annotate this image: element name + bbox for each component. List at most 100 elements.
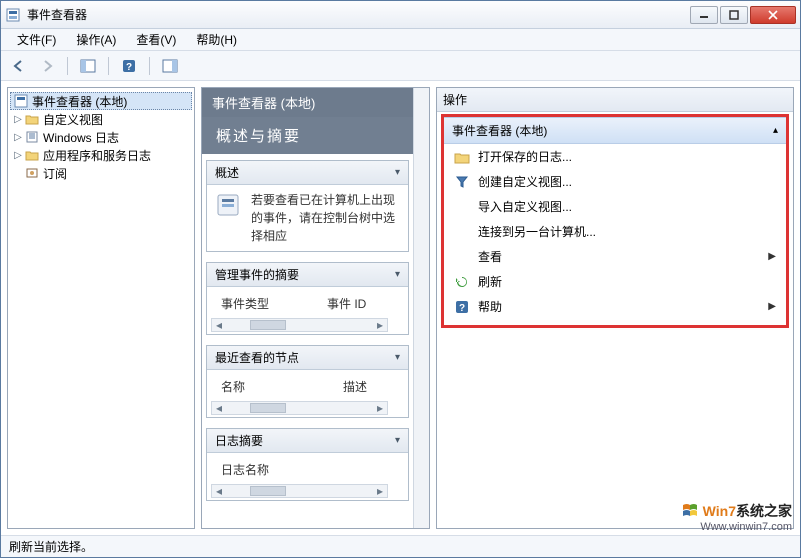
toolbar-separator — [67, 57, 68, 75]
section-title: 日志摘要 — [215, 432, 263, 449]
details-header: 事件查看器 (本地) — [202, 88, 413, 117]
forward-button[interactable] — [35, 55, 59, 77]
filter-icon — [454, 174, 470, 190]
actions-pane-title: 操作 — [437, 88, 793, 112]
action-view[interactable]: 查看 ▶ — [444, 244, 786, 269]
section-header[interactable]: 最近查看的节点 ▾ — [207, 346, 408, 370]
submenu-arrow-icon: ▶ — [768, 251, 776, 262]
tree-item-subscriptions[interactable]: 订阅 — [10, 164, 192, 182]
tree-item-label: 订阅 — [43, 165, 67, 182]
action-label: 帮助 — [478, 298, 502, 315]
column-header[interactable]: 事件类型 — [215, 293, 275, 314]
tree-root[interactable]: 事件查看器 (本地) — [10, 92, 192, 110]
status-text: 刷新当前选择。 — [9, 538, 93, 555]
help-icon: ? — [454, 299, 470, 315]
annotation-highlight: 事件查看器 (本地) ▴ 打开保存的日志... 创建自定义视图... 导入自定义视图… — [441, 114, 789, 328]
section-title: 概述 — [215, 164, 239, 181]
menu-action[interactable]: 操作(A) — [66, 29, 126, 50]
section-body: 若要查看已在计算机上出现的事件，请在控制台树中选择相应 — [207, 185, 408, 251]
section-header[interactable]: 概述 ▾ — [207, 161, 408, 185]
titlebar: 事件查看器 — [1, 1, 800, 29]
show-hide-action-pane-button[interactable] — [158, 55, 182, 77]
toolbar: ? — [1, 51, 800, 81]
statusbar: 刷新当前选择。 — [1, 535, 800, 557]
console-tree[interactable]: 事件查看器 (本地) ▷ 自定义视图 ▷ Windows 日志 ▷ 应用程序和服… — [8, 88, 194, 186]
actions-group-header[interactable]: 事件查看器 (本地) ▴ — [444, 117, 786, 144]
menu-file[interactable]: 文件(F) — [7, 29, 66, 50]
help-button[interactable]: ? — [117, 55, 141, 77]
app-window: 事件查看器 文件(F) 操作(A) 查看(V) 帮助(H) ? 事件查看 — [0, 0, 801, 558]
tree-item-label: 自定义视图 — [43, 111, 103, 128]
svg-text:?: ? — [126, 62, 132, 73]
section-header[interactable]: 日志摘要 ▾ — [207, 429, 408, 453]
maximize-button[interactable] — [720, 6, 748, 24]
event-viewer-icon — [13, 93, 29, 109]
section-title: 管理事件的摘要 — [215, 266, 299, 283]
close-button[interactable] — [750, 6, 796, 24]
folder-icon — [24, 147, 40, 163]
menu-view[interactable]: 查看(V) — [126, 29, 186, 50]
submenu-arrow-icon: ▶ — [768, 301, 776, 312]
subscription-icon — [24, 165, 40, 181]
minimize-button[interactable] — [690, 6, 718, 24]
menu-help[interactable]: 帮助(H) — [186, 29, 247, 50]
action-import-view[interactable]: 导入自定义视图... — [444, 194, 786, 219]
section-recent-nodes: 最近查看的节点 ▾ 名称 描述 ◂▸ — [206, 345, 409, 418]
column-header[interactable]: 名称 — [215, 376, 251, 397]
horizontal-scrollbar[interactable]: ◂▸ — [211, 318, 388, 332]
action-refresh[interactable]: 刷新 — [444, 269, 786, 294]
svg-text:?: ? — [459, 303, 465, 314]
window-title: 事件查看器 — [27, 6, 690, 23]
menubar: 文件(F) 操作(A) 查看(V) 帮助(H) — [1, 29, 800, 51]
chevron-up-icon: ▴ — [773, 125, 778, 136]
body-area: 事件查看器 (本地) ▷ 自定义视图 ▷ Windows 日志 ▷ 应用程序和服… — [1, 81, 800, 535]
info-icon — [215, 191, 243, 219]
action-label: 连接到另一台计算机... — [478, 223, 596, 240]
action-label: 创建自定义视图... — [478, 173, 572, 190]
section-header[interactable]: 管理事件的摘要 ▾ — [207, 263, 408, 287]
actions-list: 打开保存的日志... 创建自定义视图... 导入自定义视图... 连接到另一台计算机.… — [444, 144, 786, 319]
horizontal-scrollbar[interactable]: ◂▸ — [211, 484, 388, 498]
blank-icon — [454, 224, 470, 240]
overview-description: 若要查看已在计算机上出现的事件，请在控制台树中选择相应 — [251, 191, 400, 245]
blank-icon — [454, 199, 470, 215]
column-header[interactable]: 描述 — [337, 376, 373, 397]
action-label: 刷新 — [478, 273, 502, 290]
action-connect[interactable]: 连接到另一台计算机... — [444, 219, 786, 244]
back-button[interactable] — [7, 55, 31, 77]
console-tree-panel: 事件查看器 (本地) ▷ 自定义视图 ▷ Windows 日志 ▷ 应用程序和服… — [7, 87, 195, 529]
windows-logs-icon — [24, 129, 40, 145]
tree-root-label: 事件查看器 (本地) — [32, 93, 127, 110]
vertical-scrollbar[interactable] — [413, 88, 429, 528]
column-header[interactable]: 事件 ID — [321, 293, 372, 314]
horizontal-scrollbar[interactable]: ◂▸ — [211, 401, 388, 415]
action-label: 查看 — [478, 248, 502, 265]
refresh-icon — [454, 274, 470, 290]
toolbar-separator — [108, 57, 109, 75]
show-hide-console-tree-button[interactable] — [76, 55, 100, 77]
toolbar-separator — [149, 57, 150, 75]
app-icon — [5, 7, 21, 23]
action-help[interactable]: ? 帮助 ▶ — [444, 294, 786, 319]
tree-item-app-service-logs[interactable]: ▷ 应用程序和服务日志 — [10, 146, 192, 164]
collapse-icon: ▾ — [395, 167, 400, 178]
expander-icon[interactable]: ▷ — [12, 150, 24, 161]
action-open-saved[interactable]: 打开保存的日志... — [444, 144, 786, 169]
tree-item-custom-views[interactable]: ▷ 自定义视图 — [10, 110, 192, 128]
actions-panel: 操作 事件查看器 (本地) ▴ 打开保存的日志... 创建自定义视图... 导入自定… — [436, 87, 794, 529]
details-body: 概述 ▾ 若要查看已在计算机上出现的事件，请在控制台树中选择相应 管 — [202, 154, 413, 528]
action-label: 导入自定义视图... — [478, 198, 572, 215]
column-header[interactable]: 日志名称 — [215, 459, 275, 480]
window-controls — [690, 6, 796, 24]
expander-icon[interactable]: ▷ — [12, 114, 24, 125]
blank-icon — [454, 249, 470, 265]
expander-icon[interactable]: ▷ — [12, 132, 24, 143]
folder-icon — [24, 111, 40, 127]
actions-group-title: 事件查看器 (本地) — [452, 122, 547, 139]
action-create-view[interactable]: 创建自定义视图... — [444, 169, 786, 194]
tree-item-windows-logs[interactable]: ▷ Windows 日志 — [10, 128, 192, 146]
collapse-icon: ▾ — [395, 435, 400, 446]
section-title: 最近查看的节点 — [215, 349, 299, 366]
tree-item-label: 应用程序和服务日志 — [43, 147, 151, 164]
section-body: 事件类型 事件 ID ◂▸ — [207, 287, 408, 334]
